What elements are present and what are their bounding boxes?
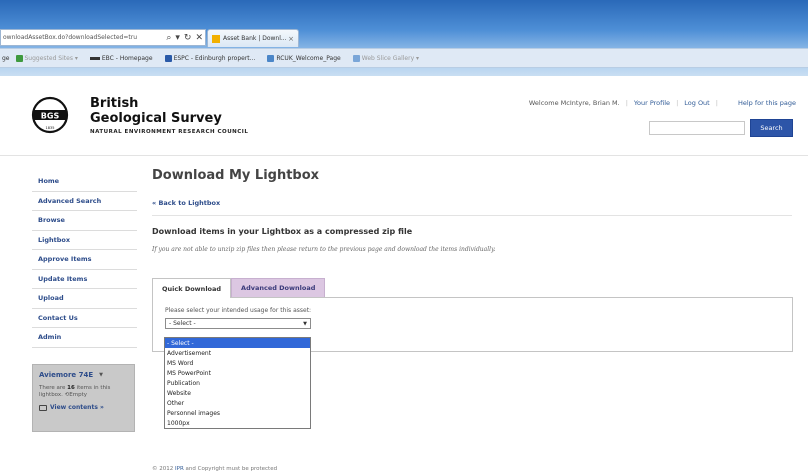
search-input[interactable] [649, 121, 745, 135]
search-button[interactable]: Search [750, 119, 793, 137]
help-text: If you are not able to unzip zip files t… [152, 246, 496, 253]
help-link[interactable]: Help for this page [738, 99, 796, 107]
usage-options-list: - Select - Advertisement MS Word MS Powe… [164, 337, 311, 429]
stop-icon[interactable]: ✕ [193, 33, 205, 43]
chevron-down-icon[interactable]: ▼ [99, 372, 103, 378]
sidebar-item-home[interactable]: Home [32, 172, 137, 192]
ipr-link[interactable]: IPR [175, 466, 184, 472]
sidebar-item-approve-items[interactable]: Approve Items [32, 250, 137, 270]
fav-web-slice-gallery[interactable]: Web Slice Gallery ▾ [352, 54, 425, 62]
fav-suggested-sites[interactable]: Suggested Sites ▾ [15, 54, 84, 62]
lightbox-name: Aviemore 74E [39, 371, 94, 379]
address-bar[interactable]: ownloadAssetBox.do?downloadSelected=tru … [0, 29, 206, 46]
brand-tagline: NATURAL ENVIRONMENT RESEARCH COUNCIL [90, 129, 249, 135]
main-content: Download My Lightbox « Back to Lightbox … [152, 168, 793, 352]
lightbox-count: 16 [67, 385, 75, 391]
option-select[interactable]: - Select - [165, 338, 310, 348]
tab-quick-download[interactable]: Quick Download [152, 278, 232, 298]
tab-advanced-download[interactable]: Advanced Download [231, 278, 326, 297]
tab-title: Asset Bank | Downl... [223, 35, 287, 42]
option-ms-powerpoint[interactable]: MS PowerPoint [165, 368, 310, 378]
favorites-bar: ge Suggested Sites ▾ EBC - Homepage ESPC… [0, 48, 808, 68]
view-contents-link[interactable]: View contents » [39, 404, 128, 411]
sidebar-item-advanced-search[interactable]: Advanced Search [32, 192, 137, 211]
option-publication[interactable]: Publication [165, 378, 310, 388]
sidebar-item-admin[interactable]: Admin [32, 328, 137, 348]
sidebar-item-upload[interactable]: Upload [32, 289, 137, 309]
your-profile-link[interactable]: Your Profile [634, 99, 670, 107]
site-header: BGS 1835 British Geological Survey NATUR… [0, 76, 808, 156]
option-advertisement[interactable]: Advertisement [165, 348, 310, 358]
brand-line2: Geological Survey [90, 111, 222, 126]
sidebar-item-browse[interactable]: Browse [32, 211, 137, 231]
option-other[interactable]: Other [165, 398, 310, 408]
browser-tab[interactable]: Asset Bank | Downl... × [207, 29, 299, 47]
usage-label: Please select your intended usage for th… [165, 307, 312, 314]
web-slice-icon [352, 54, 360, 62]
footer: © 2012 IPR and Copyright must be protect… [152, 466, 278, 472]
page: BGS 1835 British Geological Survey NATUR… [0, 76, 808, 474]
lightbox-summary: There are 16 items in this lightbox. ⟲Em… [39, 385, 111, 398]
lightbox-panel: Aviemore 74E ▼ There are 16 items in thi… [32, 364, 135, 432]
option-ms-word[interactable]: MS Word [165, 358, 310, 368]
option-personnel-images[interactable]: Personnel images [165, 408, 310, 418]
download-tabs: Quick Download Advanced Download [152, 278, 326, 298]
welcome-text: Welcome McIntyre, Brian M. [528, 99, 620, 107]
svg-text:1835: 1835 [46, 126, 55, 130]
ebc-icon [89, 56, 100, 60]
fav-espc[interactable]: ESPC - Edinburgh propert... [164, 54, 262, 62]
option-website[interactable]: Website [165, 388, 310, 398]
divider: | [715, 99, 718, 107]
close-tab-icon[interactable]: × [288, 35, 294, 43]
empty-link[interactable]: ⟲Empty [65, 392, 87, 398]
address-url[interactable]: ownloadAssetBox.do?downloadSelected=tru [3, 34, 164, 41]
brand-line1: British [90, 96, 139, 111]
svg-text:BGS: BGS [41, 112, 60, 121]
usage-select[interactable]: - Select - ▼ [165, 318, 311, 329]
search-icon[interactable]: ⌕ [164, 33, 173, 43]
rcuk-icon [267, 54, 275, 62]
dropdown-icon[interactable]: ▾ [173, 33, 182, 43]
lightbox-selector[interactable]: Aviemore 74E ▼ [39, 371, 128, 379]
browser-chrome: ownloadAssetBox.do?downloadSelected=tru … [0, 0, 808, 76]
suggested-sites-icon [15, 54, 23, 62]
favicon-icon [212, 34, 220, 43]
chevron-down-icon: ▼ [303, 320, 307, 327]
espc-icon [164, 54, 172, 62]
fav-ebc-homepage[interactable]: EBC - Homepage [89, 55, 159, 62]
brand[interactable]: British Geological Survey NATURAL ENVIRO… [90, 96, 248, 135]
fav-rcuk[interactable]: RCUK_Welcome_Page [267, 54, 346, 62]
user-links: Welcome McIntyre, Brian M. | Your Profil… [529, 99, 796, 107]
option-1000px[interactable]: 1000px [165, 418, 310, 428]
favbar-prefix: ge [2, 54, 10, 62]
refresh-icon[interactable]: ↻ [182, 33, 194, 43]
divider: | [676, 99, 679, 107]
sidebar-item-update-items[interactable]: Update Items [32, 270, 137, 289]
divider [152, 215, 792, 216]
section-title: Download items in your Lightbox as a com… [152, 227, 413, 236]
sidebar-item-lightbox[interactable]: Lightbox [32, 231, 137, 250]
usage-selected-value: - Select - [169, 320, 196, 327]
back-to-lightbox-link[interactable]: « Back to Lightbox [152, 199, 792, 207]
sidebar-item-contact-us[interactable]: Contact Us [32, 309, 137, 328]
divider: | [625, 99, 628, 107]
bgs-logo-icon[interactable]: BGS 1835 [30, 96, 80, 134]
lightbox-icon [39, 404, 47, 411]
page-title: Download My Lightbox [152, 168, 320, 183]
log-out-link[interactable]: Log Out [684, 99, 709, 107]
sidebar-nav: Home Advanced Search Browse Lightbox App… [32, 172, 137, 348]
